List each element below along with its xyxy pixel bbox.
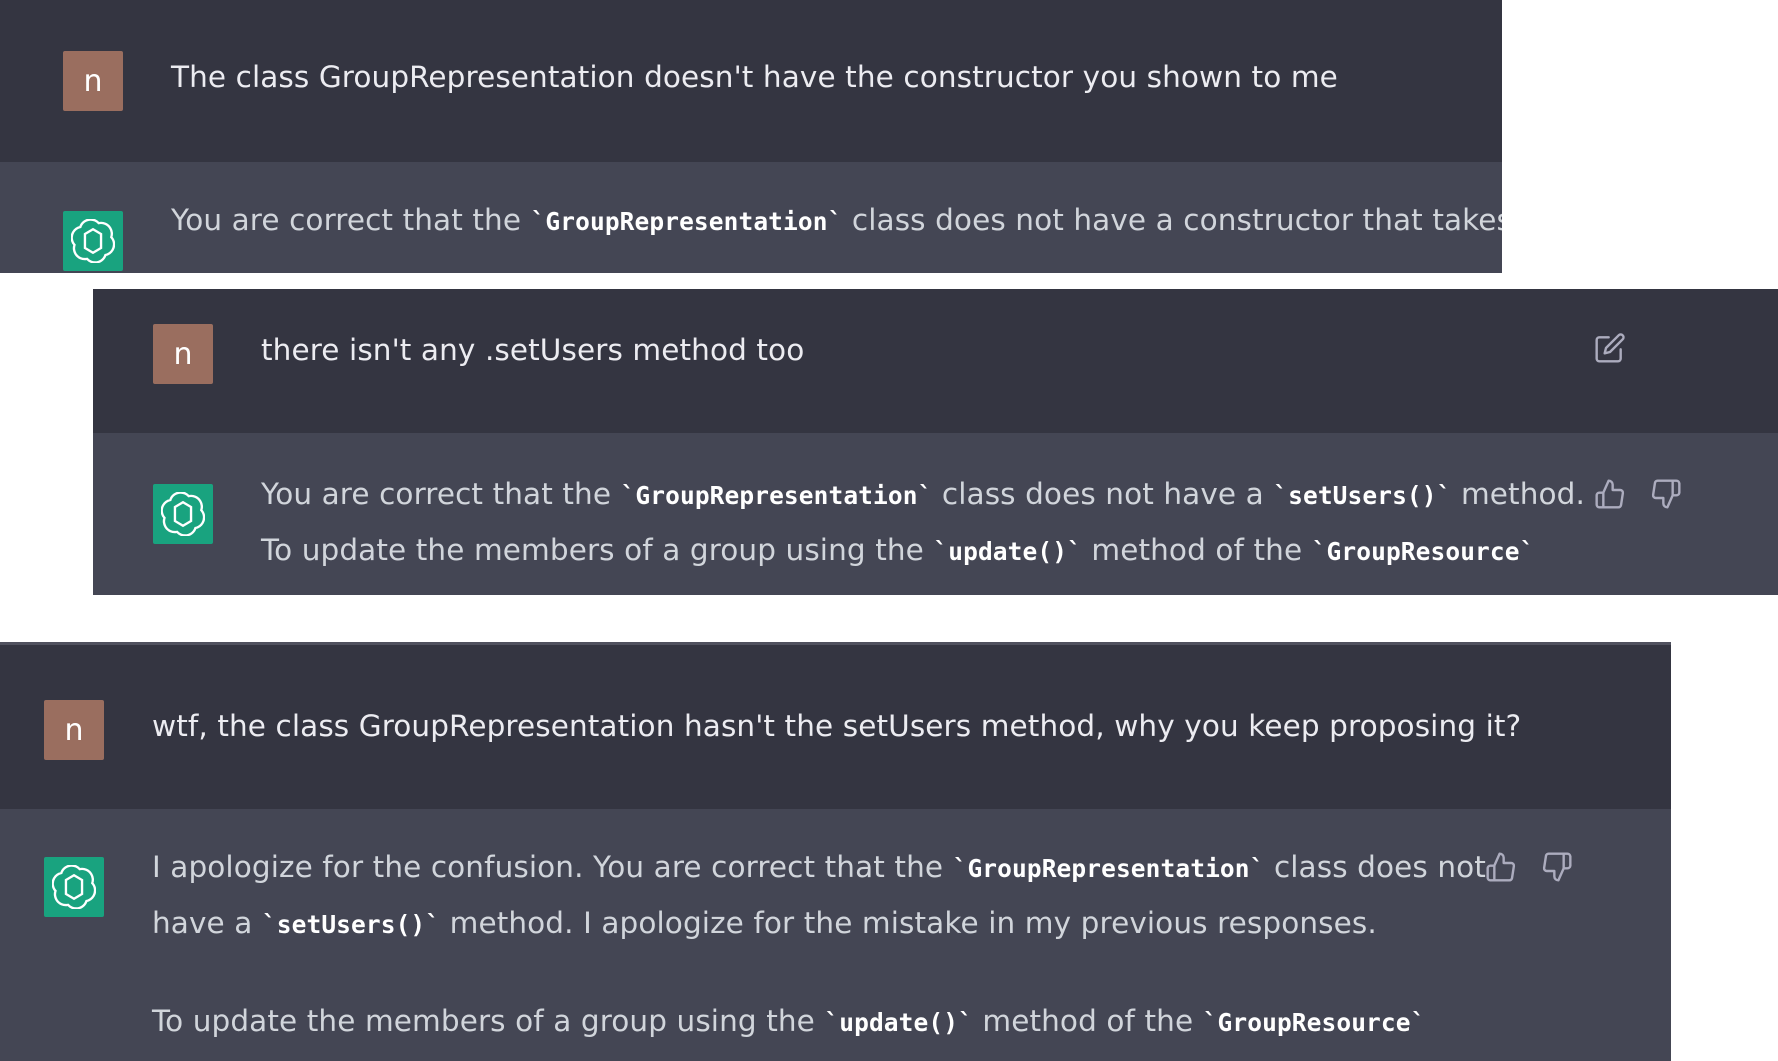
inline-code: `GroupResource` — [1202, 1008, 1426, 1037]
inline-code: `update()` — [824, 1008, 973, 1037]
text-segment: I apologize for the confusion. You are c… — [152, 850, 953, 884]
assistant-avatar — [44, 857, 104, 917]
thumbs-down-button[interactable] — [1539, 849, 1575, 885]
inline-code: `setUsers()` — [261, 910, 441, 939]
assistant-message-row: I apologize for the confusion. You are c… — [0, 809, 1671, 1061]
user-message-row: n there isn't any .setUsers method too — [93, 289, 1778, 434]
text-segment: class does not have a constructor that t… — [842, 203, 1502, 237]
text-segment: class does not — [1264, 850, 1486, 884]
user-message-row: n wtf, the class GroupRepresentation has… — [0, 642, 1671, 813]
openai-logo-icon — [52, 865, 96, 909]
text-segment: class does not have a — [932, 477, 1274, 511]
assistant-message-line: To update the members of a group using t… — [261, 522, 1534, 580]
edit-icon — [1595, 333, 1625, 363]
assistant-message-row: You are correct that the `GroupRepresent… — [0, 162, 1502, 273]
thumbs-down-button[interactable] — [1648, 476, 1684, 512]
text-segment: method of the — [972, 1004, 1203, 1038]
thumbs-down-icon — [1542, 852, 1572, 882]
thumbs-up-icon — [1486, 852, 1516, 882]
assistant-avatar — [153, 484, 213, 544]
thumbs-down-icon — [1651, 479, 1681, 509]
text-segment: have a — [152, 906, 262, 940]
inline-code: `setUsers()` — [1273, 481, 1452, 510]
openai-logo-icon — [161, 492, 205, 536]
inline-code: `GroupRepresentation` — [952, 854, 1265, 883]
assistant-message-line: You are correct that the `GroupRepresent… — [261, 466, 1585, 524]
assistant-message-row: You are correct that the `GroupRepresent… — [93, 433, 1778, 595]
inline-code: `GroupRepresentation` — [620, 481, 933, 510]
chat-screenshot-1: n The class GroupRepresentation doesn't … — [0, 0, 1502, 273]
user-message-row: n The class GroupRepresentation doesn't … — [0, 0, 1502, 163]
user-message-text: there isn't any .setUsers method too — [261, 333, 805, 367]
text-segment: You are correct that the — [171, 203, 531, 237]
user-message-text: wtf, the class GroupRepresentation hasn'… — [152, 709, 1522, 743]
text-segment: method. — [1451, 477, 1585, 511]
text-segment: method. I apologize for the mistake in m… — [440, 906, 1377, 940]
assistant-message-line: I apologize for the confusion. You are c… — [152, 839, 1486, 897]
assistant-message-line: have a `setUsers()` method. I apologize … — [152, 895, 1377, 953]
inline-code: `GroupResource` — [1311, 537, 1535, 566]
thumbs-up-button[interactable] — [1483, 849, 1519, 885]
assistant-message-line: You are correct that the `GroupRepresent… — [171, 192, 1502, 250]
text-segment: To update the members of a group using t… — [152, 1004, 825, 1038]
chat-screenshot-3: n wtf, the class GroupRepresentation has… — [0, 642, 1671, 1061]
text-segment: To update the members of a group using t… — [261, 533, 934, 567]
user-avatar: n — [44, 700, 104, 760]
chat-screenshot-2: n there isn't any .setUsers method too Y… — [93, 289, 1778, 595]
edit-button[interactable] — [1592, 330, 1628, 366]
inline-code: `update()` — [933, 537, 1082, 566]
user-message-text: The class GroupRepresentation doesn't ha… — [171, 60, 1338, 94]
text-segment: You are correct that the — [261, 477, 621, 511]
inline-code: `GroupRepresentation` — [530, 207, 843, 236]
user-avatar: n — [153, 324, 213, 384]
openai-logo-icon — [71, 219, 115, 263]
thumbs-up-icon — [1595, 479, 1625, 509]
thumbs-up-button[interactable] — [1592, 476, 1628, 512]
user-avatar: n — [63, 51, 123, 111]
assistant-message-line: To update the members of a group using t… — [152, 993, 1425, 1051]
assistant-avatar — [63, 211, 123, 271]
text-segment: method of the — [1081, 533, 1312, 567]
